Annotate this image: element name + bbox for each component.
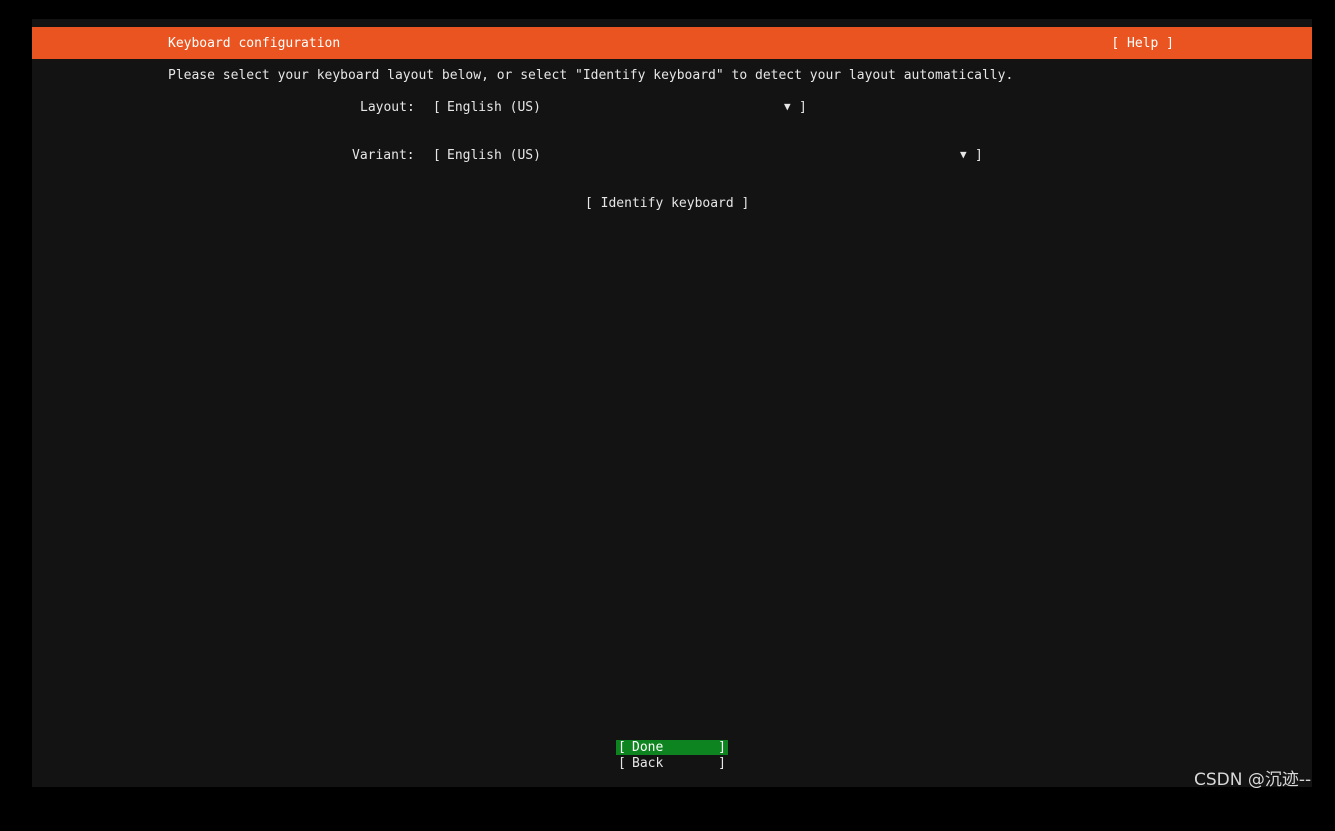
variant-select[interactable]: [ English (US) ▼ ]: [433, 148, 984, 164]
layout-label: Layout:: [360, 100, 415, 115]
back-label: Back: [632, 756, 664, 771]
back-button[interactable]: [ Back ]: [616, 756, 728, 771]
header-bar: Keyboard configuration [ Help ]: [32, 27, 1312, 59]
layout-value: English (US): [447, 100, 541, 115]
layout-open-bracket: [: [433, 100, 441, 115]
variant-dropdown-icon: ▼: [960, 148, 967, 161]
layout-dropdown-icon: ▼: [784, 100, 791, 113]
installer-screen: Keyboard configuration [ Help ] Please s…: [32, 19, 1312, 787]
variant-open-bracket: [: [433, 148, 441, 163]
page-title: Keyboard configuration: [168, 36, 341, 51]
done-close-bracket: ]: [718, 740, 726, 755]
done-label: Done: [632, 740, 664, 755]
watermark-text: CSDN @沉迹--: [1194, 770, 1312, 790]
back-close-bracket: ]: [718, 756, 726, 771]
layout-close-bracket: ]: [799, 100, 807, 115]
help-button[interactable]: [ Help ]: [1111, 36, 1174, 51]
done-button[interactable]: [ Done ]: [616, 740, 728, 755]
layout-select[interactable]: [ English (US) ▼ ]: [433, 100, 808, 116]
terminal-frame: Keyboard configuration [ Help ] Please s…: [0, 0, 1335, 796]
variant-close-bracket: ]: [975, 148, 983, 163]
done-open-bracket: [: [618, 740, 626, 755]
instructions-text: Please select your keyboard layout below…: [168, 68, 1014, 83]
back-open-bracket: [: [618, 756, 626, 771]
variant-value: English (US): [447, 148, 541, 163]
identify-keyboard-button[interactable]: [ Identify keyboard ]: [585, 196, 749, 211]
variant-label: Variant:: [352, 148, 415, 163]
